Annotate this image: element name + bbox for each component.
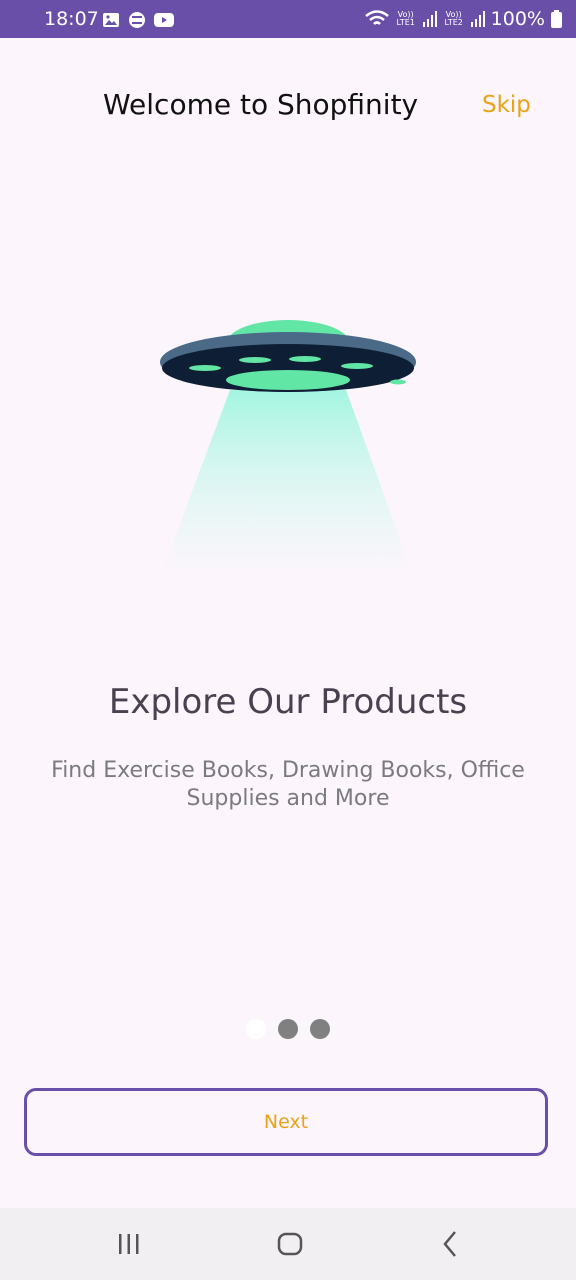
ufo-bottom-light	[226, 370, 350, 390]
back-icon[interactable]	[440, 1228, 460, 1260]
page-dot-3[interactable]	[310, 1019, 330, 1039]
status-time: 18:07	[44, 8, 99, 30]
light-beam	[162, 390, 412, 572]
onboarding-description: Find Exercise Books, Drawing Books, Offi…	[51, 758, 525, 811]
youtube-icon	[154, 13, 174, 27]
signal-icon	[470, 11, 485, 27]
gallery-icon	[103, 13, 119, 27]
skip-button[interactable]: Skip	[482, 92, 531, 118]
page-title: Welcome to Shopfinity	[103, 88, 419, 121]
wifi-icon	[364, 10, 389, 25]
ufo-illustration	[160, 320, 416, 572]
ufo-light	[289, 356, 321, 362]
next-button-label: Next	[263, 1111, 309, 1133]
battery-icon	[551, 10, 562, 28]
sim1-label: Vo)) LTE1	[396, 10, 415, 27]
ufo-light	[390, 379, 406, 385]
next-button[interactable]: Next	[24, 1088, 548, 1156]
ufo-light	[341, 363, 373, 369]
page-indicator	[246, 1019, 330, 1039]
signal-icon	[422, 11, 437, 27]
page-dot-1[interactable]	[246, 1019, 266, 1039]
ufo-light	[239, 357, 271, 363]
navigation-bar	[0, 1208, 576, 1280]
page-dot-2[interactable]	[278, 1019, 298, 1039]
sim2-label: Vo)) LTE2	[444, 10, 463, 27]
ufo-light	[189, 365, 221, 371]
sync-icon	[129, 12, 145, 28]
home-icon[interactable]	[277, 1228, 303, 1260]
battery-percent: 100%	[490, 8, 545, 30]
status-bar: 18:07 Vo)) LTE1 Vo)) LTE2 100%	[0, 0, 576, 38]
recent-apps-icon[interactable]	[117, 1228, 141, 1260]
onboarding-headline: Explore Our Products	[108, 682, 468, 722]
